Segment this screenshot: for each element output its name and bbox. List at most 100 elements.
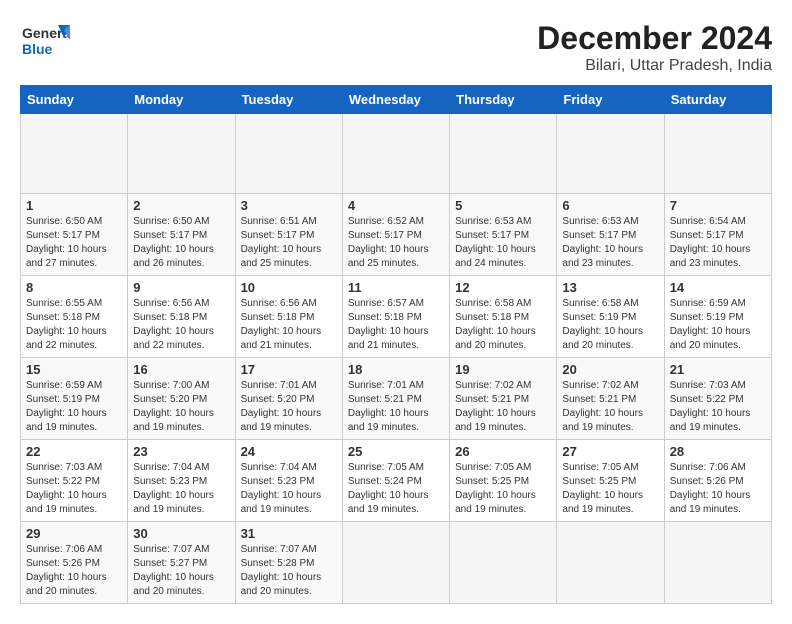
calendar-day-cell: 8 Sunrise: 6:55 AM Sunset: 5:18 PM Daylig…	[21, 276, 128, 358]
calendar-day-cell: 22 Sunrise: 7:03 AM Sunset: 5:22 PM Dayli…	[21, 440, 128, 522]
calendar-day-cell	[664, 114, 771, 194]
day-number: 12	[455, 280, 551, 295]
calendar-day-cell: 25 Sunrise: 7:05 AM Sunset: 5:24 PM Dayli…	[342, 440, 449, 522]
day-number: 15	[26, 362, 122, 377]
day-number: 1	[26, 198, 122, 213]
calendar-day-cell: 12Sunrise: 6:58 AM Sunset: 5:18 PM Dayli…	[450, 276, 557, 358]
calendar-day-cell: 2 Sunrise: 6:50 AM Sunset: 5:17 PM Daylig…	[128, 194, 235, 276]
day-number: 26	[455, 444, 551, 459]
weekday-header: Sunday	[21, 86, 128, 114]
title-area: December 2024 Bilari, Uttar Pradesh, Ind…	[537, 20, 772, 75]
day-number: 27	[562, 444, 658, 459]
day-number: 22	[26, 444, 122, 459]
calendar-day-cell: 6Sunrise: 6:53 AM Sunset: 5:17 PM Daylig…	[557, 194, 664, 276]
calendar-day-cell: 30Sunrise: 7:07 AM Sunset: 5:27 PM Dayli…	[128, 522, 235, 604]
day-info: Sunrise: 7:04 AM Sunset: 5:23 PM Dayligh…	[241, 461, 337, 517]
day-info: Sunrise: 7:03 AM Sunset: 5:22 PM Dayligh…	[26, 461, 122, 517]
weekday-header: Thursday	[450, 86, 557, 114]
day-number: 29	[26, 526, 122, 541]
calendar-week-row: 22 Sunrise: 7:03 AM Sunset: 5:22 PM Dayli…	[21, 440, 772, 522]
day-info: Sunrise: 6:54 AM Sunset: 5:17 PM Dayligh…	[670, 215, 766, 271]
day-number: 17	[241, 362, 337, 377]
day-info: Sunrise: 7:02 AM Sunset: 5:21 PM Dayligh…	[455, 379, 551, 435]
day-info: Sunrise: 7:04 AM Sunset: 5:23 PM Dayligh…	[133, 461, 229, 517]
location-title: Bilari, Uttar Pradesh, India	[537, 57, 772, 75]
day-number: 21	[670, 362, 766, 377]
day-number: 3	[241, 198, 337, 213]
day-number: 2	[133, 198, 229, 213]
calendar-week-row: 1 Sunrise: 6:50 AM Sunset: 5:17 PM Daylig…	[21, 194, 772, 276]
calendar-day-cell: 18Sunrise: 7:01 AM Sunset: 5:21 PM Dayli…	[342, 358, 449, 440]
calendar-day-cell	[450, 114, 557, 194]
weekday-header: Friday	[557, 86, 664, 114]
day-info: Sunrise: 6:55 AM Sunset: 5:18 PM Dayligh…	[26, 297, 122, 353]
calendar-day-cell: 28 Sunrise: 7:06 AM Sunset: 5:26 PM Dayli…	[664, 440, 771, 522]
day-info: Sunrise: 6:52 AM Sunset: 5:17 PM Dayligh…	[348, 215, 444, 271]
day-number: 8	[26, 280, 122, 295]
calendar-day-cell: 26 Sunrise: 7:05 AM Sunset: 5:25 PM Dayli…	[450, 440, 557, 522]
header-row: SundayMondayTuesdayWednesdayThursdayFrid…	[21, 86, 772, 114]
day-info: Sunrise: 6:58 AM Sunset: 5:19 PM Dayligh…	[562, 297, 658, 353]
day-info: Sunrise: 6:51 AM Sunset: 5:17 PM Dayligh…	[241, 215, 337, 271]
day-info: Sunrise: 7:01 AM Sunset: 5:21 PM Dayligh…	[348, 379, 444, 435]
day-info: Sunrise: 7:05 AM Sunset: 5:25 PM Dayligh…	[455, 461, 551, 517]
calendar-day-cell: 5Sunrise: 6:53 AM Sunset: 5:17 PM Daylig…	[450, 194, 557, 276]
calendar-table: SundayMondayTuesdayWednesdayThursdayFrid…	[20, 85, 772, 604]
day-info: Sunrise: 6:50 AM Sunset: 5:17 PM Dayligh…	[26, 215, 122, 271]
calendar-day-cell: 11Sunrise: 6:57 AM Sunset: 5:18 PM Dayli…	[342, 276, 449, 358]
calendar-day-cell: 13Sunrise: 6:58 AM Sunset: 5:19 PM Dayli…	[557, 276, 664, 358]
calendar-day-cell: 15Sunrise: 6:59 AM Sunset: 5:19 PM Dayli…	[21, 358, 128, 440]
day-number: 23	[133, 444, 229, 459]
calendar-day-cell: 4 Sunrise: 6:52 AM Sunset: 5:17 PM Daylig…	[342, 194, 449, 276]
day-number: 20	[562, 362, 658, 377]
day-info: Sunrise: 6:50 AM Sunset: 5:17 PM Dayligh…	[133, 215, 229, 271]
calendar-week-row: 15Sunrise: 6:59 AM Sunset: 5:19 PM Dayli…	[21, 358, 772, 440]
header: General Blue December 2024 Bilari, Uttar…	[20, 20, 772, 75]
svg-text:Blue: Blue	[22, 41, 53, 57]
day-number: 31	[241, 526, 337, 541]
calendar-week-row: 8 Sunrise: 6:55 AM Sunset: 5:18 PM Daylig…	[21, 276, 772, 358]
weekday-header: Saturday	[664, 86, 771, 114]
day-info: Sunrise: 6:56 AM Sunset: 5:18 PM Dayligh…	[133, 297, 229, 353]
weekday-header: Monday	[128, 86, 235, 114]
calendar-day-cell: 27Sunrise: 7:05 AM Sunset: 5:25 PM Dayli…	[557, 440, 664, 522]
day-number: 28	[670, 444, 766, 459]
day-number: 14	[670, 280, 766, 295]
day-number: 4	[348, 198, 444, 213]
calendar-day-cell: 14Sunrise: 6:59 AM Sunset: 5:19 PM Dayli…	[664, 276, 771, 358]
calendar-day-cell	[450, 522, 557, 604]
day-info: Sunrise: 7:05 AM Sunset: 5:24 PM Dayligh…	[348, 461, 444, 517]
day-number: 16	[133, 362, 229, 377]
day-number: 7	[670, 198, 766, 213]
calendar-day-cell	[557, 522, 664, 604]
day-info: Sunrise: 6:56 AM Sunset: 5:18 PM Dayligh…	[241, 297, 337, 353]
day-info: Sunrise: 7:01 AM Sunset: 5:20 PM Dayligh…	[241, 379, 337, 435]
calendar-day-cell: 1 Sunrise: 6:50 AM Sunset: 5:17 PM Daylig…	[21, 194, 128, 276]
logo: General Blue	[20, 20, 74, 60]
calendar-day-cell	[21, 114, 128, 194]
day-number: 9	[133, 280, 229, 295]
calendar-day-cell: 31Sunrise: 7:07 AM Sunset: 5:28 PM Dayli…	[235, 522, 342, 604]
logo-icon: General Blue	[20, 20, 70, 60]
day-info: Sunrise: 7:03 AM Sunset: 5:22 PM Dayligh…	[670, 379, 766, 435]
day-info: Sunrise: 6:53 AM Sunset: 5:17 PM Dayligh…	[455, 215, 551, 271]
day-number: 25	[348, 444, 444, 459]
calendar-day-cell: 7 Sunrise: 6:54 AM Sunset: 5:17 PM Daylig…	[664, 194, 771, 276]
calendar-day-cell: 23 Sunrise: 7:04 AM Sunset: 5:23 PM Dayli…	[128, 440, 235, 522]
calendar-day-cell	[342, 114, 449, 194]
day-info: Sunrise: 7:06 AM Sunset: 5:26 PM Dayligh…	[26, 543, 122, 599]
calendar-day-cell	[664, 522, 771, 604]
calendar-day-cell	[235, 114, 342, 194]
day-number: 10	[241, 280, 337, 295]
day-info: Sunrise: 7:06 AM Sunset: 5:26 PM Dayligh…	[670, 461, 766, 517]
calendar-week-row	[21, 114, 772, 194]
calendar-day-cell: 10 Sunrise: 6:56 AM Sunset: 5:18 PM Dayli…	[235, 276, 342, 358]
day-info: Sunrise: 7:00 AM Sunset: 5:20 PM Dayligh…	[133, 379, 229, 435]
month-title: December 2024	[537, 20, 772, 57]
day-number: 30	[133, 526, 229, 541]
day-number: 11	[348, 280, 444, 295]
calendar-week-row: 29 Sunrise: 7:06 AM Sunset: 5:26 PM Dayli…	[21, 522, 772, 604]
weekday-header: Wednesday	[342, 86, 449, 114]
calendar-day-cell	[128, 114, 235, 194]
calendar-day-cell: 29 Sunrise: 7:06 AM Sunset: 5:26 PM Dayli…	[21, 522, 128, 604]
